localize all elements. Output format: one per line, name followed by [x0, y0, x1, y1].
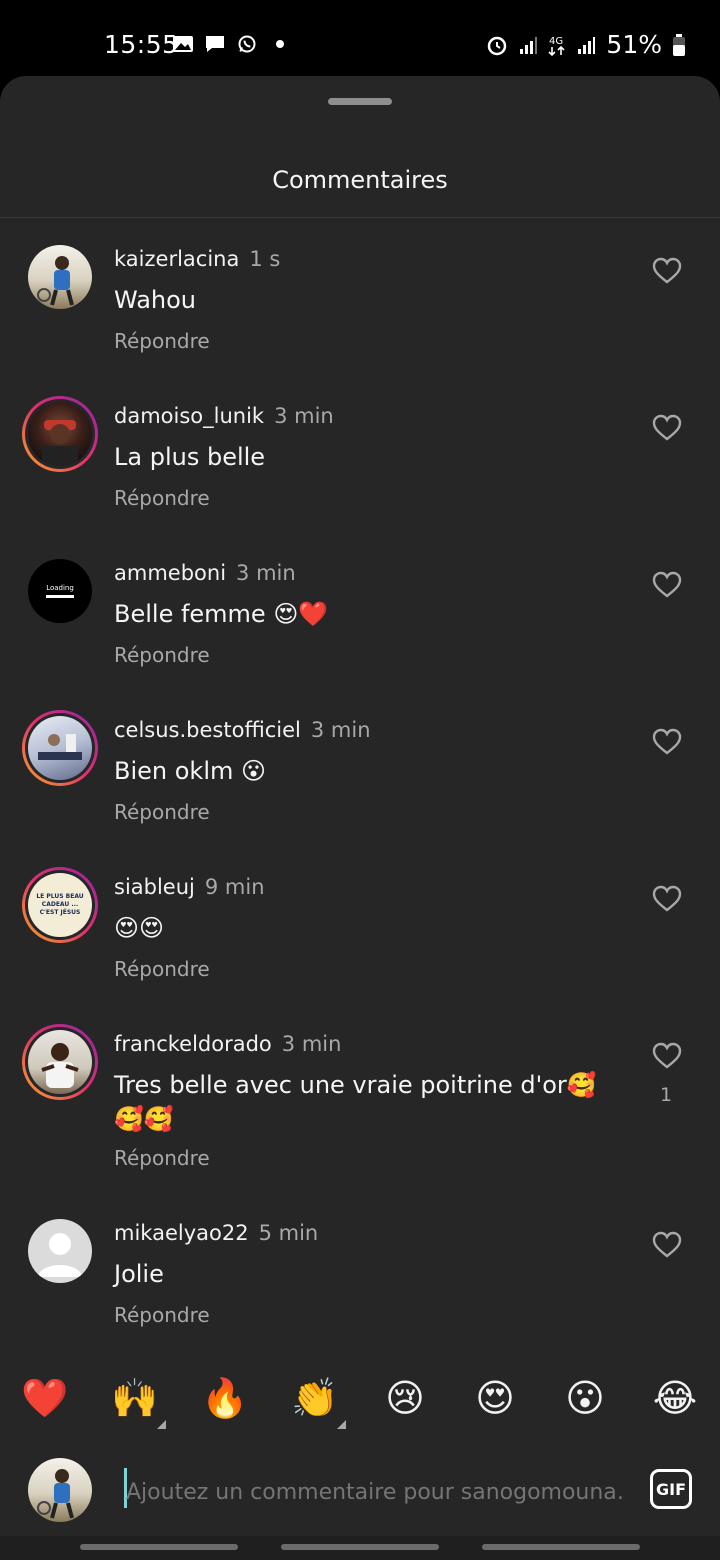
- system-nav-bar: [0, 1536, 720, 1560]
- 4g-icon: 4G: [548, 36, 565, 56]
- comment-username[interactable]: siableuj: [114, 875, 195, 899]
- comment-text: Belle femme 😍❤️: [114, 600, 329, 628]
- reply-button[interactable]: Répondre: [114, 1303, 210, 1327]
- reaction-heart-eyes[interactable]: 😍: [470, 1374, 520, 1422]
- status-time: 15:55: [104, 30, 179, 59]
- gif-button[interactable]: GIF: [650, 1469, 692, 1509]
- svg-text:4G: 4G: [549, 36, 563, 47]
- avatar[interactable]: LE PLUS BEAU CADEAU ... C'EST JÉSUS: [22, 867, 98, 943]
- comment-text: Wahou: [114, 286, 197, 314]
- gallery-icon: [173, 36, 193, 52]
- heart-icon[interactable]: [652, 257, 682, 285]
- comment-time: 3 min: [236, 561, 296, 585]
- reply-button[interactable]: Répondre: [114, 957, 210, 981]
- reaction-heart[interactable]: ❤️: [20, 1374, 70, 1422]
- header-divider: [0, 217, 720, 218]
- heart-icon[interactable]: [652, 1042, 682, 1070]
- comment-time: 3 min: [274, 404, 334, 428]
- comment-text: Tres belle avec une vraie poitrine d'or🥰…: [114, 1071, 597, 1133]
- drag-handle[interactable]: [328, 98, 392, 105]
- nav-back[interactable]: [482, 1544, 640, 1550]
- reply-button[interactable]: Répondre: [114, 643, 210, 667]
- avatar[interactable]: [28, 1219, 92, 1283]
- avatar-loading-text: Loading: [46, 584, 74, 592]
- comment-username[interactable]: celsus.bestofficiel: [114, 718, 301, 742]
- variant-indicator: [157, 1420, 166, 1429]
- notification-dot: [276, 40, 284, 48]
- avatar-poster-text: LE PLUS BEAU CADEAU ... C'EST JÉSUS: [36, 893, 84, 916]
- comment-username[interactable]: franckeldorado: [114, 1032, 272, 1056]
- signal-icon: [520, 36, 538, 54]
- comment-username[interactable]: damoiso_lunik: [114, 404, 264, 428]
- comment-input[interactable]: [126, 1472, 626, 1512]
- avatar[interactable]: [22, 396, 98, 472]
- like-count: 1: [660, 1084, 673, 1106]
- message-icon: [206, 36, 224, 52]
- avatar-loading-bar: [46, 595, 74, 598]
- avatar[interactable]: [22, 1024, 98, 1100]
- heart-icon[interactable]: [652, 885, 682, 913]
- comment-username[interactable]: ammeboni: [114, 561, 226, 585]
- quick-reactions-bar: ❤️ 🙌 🔥 👏 😢 😍 😮 😂: [0, 1374, 720, 1429]
- reaction-surprised[interactable]: 😮: [560, 1374, 610, 1422]
- comment-time: 9 min: [204, 875, 265, 899]
- alarm-icon: [488, 36, 507, 55]
- reply-button[interactable]: Répondre: [114, 1146, 210, 1170]
- whatsapp-icon: [238, 35, 256, 53]
- nav-recents[interactable]: [80, 1544, 238, 1550]
- reaction-raised-hands[interactable]: 🙌: [110, 1374, 160, 1422]
- comment-time: 3 min: [281, 1032, 342, 1056]
- reaction-laughing[interactable]: 😂: [650, 1374, 700, 1422]
- reply-button[interactable]: Répondre: [114, 800, 210, 824]
- comment-username[interactable]: mikaelyao22: [114, 1221, 249, 1245]
- variant-indicator: [337, 1420, 346, 1429]
- reaction-crying[interactable]: 😢: [380, 1374, 430, 1422]
- comment-username[interactable]: kaizerlacina: [114, 247, 239, 271]
- avatar[interactable]: [28, 245, 92, 309]
- heart-icon[interactable]: [652, 1231, 682, 1259]
- comment-text: Bien oklm 😮: [114, 757, 267, 785]
- comment-text: Jolie: [114, 1260, 164, 1288]
- reaction-fire[interactable]: 🔥: [200, 1374, 250, 1422]
- comment-time: 3 min: [310, 718, 371, 742]
- reply-button[interactable]: Répondre: [114, 329, 210, 353]
- avatar[interactable]: [22, 710, 98, 786]
- heart-icon[interactable]: [652, 728, 682, 756]
- battery-icon: [673, 33, 685, 56]
- reply-button[interactable]: Répondre: [114, 486, 210, 510]
- comment-composer: GIF: [0, 1452, 720, 1532]
- heart-icon[interactable]: [652, 571, 682, 599]
- sheet-title: Commentaires: [272, 166, 448, 194]
- status-bar: 15:55 4G 51%: [0, 0, 720, 76]
- heart-icon[interactable]: [652, 414, 682, 442]
- comment-time: 5 min: [258, 1221, 319, 1245]
- reaction-clap[interactable]: 👏: [290, 1374, 340, 1422]
- comment-text: 😍😍: [114, 914, 165, 942]
- comment-time: 1 s: [249, 247, 281, 271]
- comment-text: La plus belle: [114, 443, 266, 471]
- avatar[interactable]: Loading: [28, 559, 92, 623]
- nav-home[interactable]: [281, 1544, 439, 1550]
- signal-icon: [578, 36, 596, 54]
- battery-percent: 51%: [606, 30, 662, 59]
- my-avatar: [28, 1458, 92, 1522]
